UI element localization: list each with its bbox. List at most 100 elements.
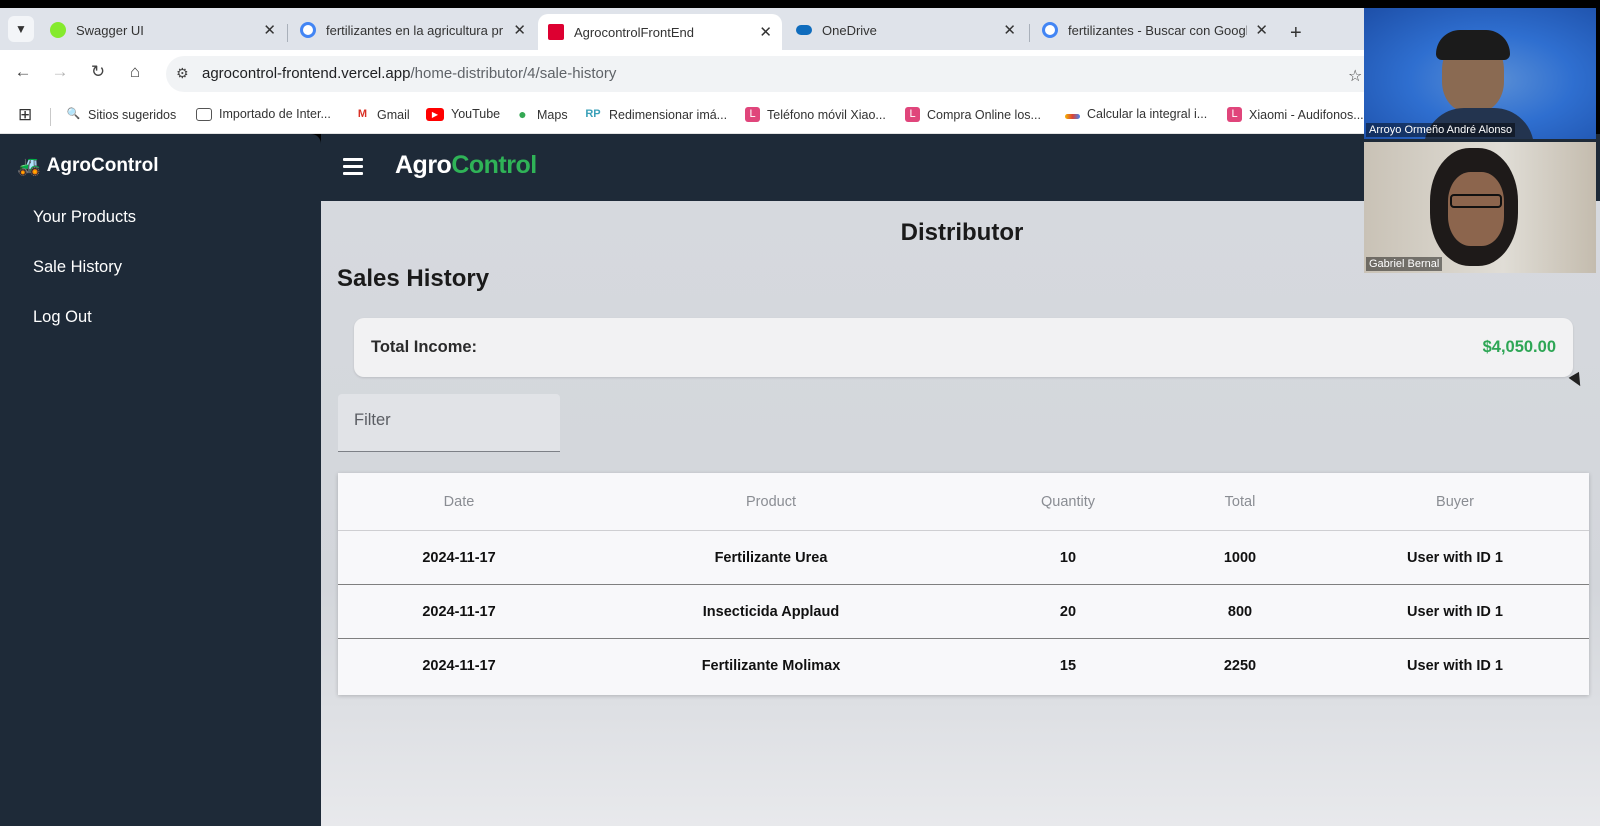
- cell-quantity: 15: [1059, 658, 1077, 674]
- participant-name: Gabriel Bernal: [1366, 257, 1443, 271]
- column-header-product[interactable]: Product: [621, 494, 921, 510]
- bookmark-sitios[interactable]: 🔍 Sitios sugeridos: [66, 107, 177, 122]
- app-header: AgroControl: [321, 134, 1364, 201]
- cell-date: 2024-11-17: [422, 550, 496, 566]
- sidebar-brand[interactable]: 🚜 AgroControl: [17, 154, 159, 178]
- gmail-icon: M: [357, 108, 368, 120]
- cell-quantity: 20: [1059, 604, 1077, 620]
- forward-arrow-icon[interactable]: →: [48, 62, 72, 82]
- video-tile-participant-1[interactable]: Arroyo Ormeño André Alonso: [1364, 8, 1596, 139]
- column-header-date[interactable]: Date: [359, 494, 559, 510]
- new-tab-icon[interactable]: +: [1290, 22, 1302, 45]
- cell-date: 2024-11-17: [422, 658, 496, 674]
- shop-icon: L: [905, 107, 920, 122]
- total-income-value: $4,050.00: [1482, 338, 1556, 356]
- shop-icon: L: [1227, 107, 1242, 122]
- tab-onedrive[interactable]: OneDrive ✕: [786, 14, 1026, 46]
- app-title-part1: Agro: [395, 151, 452, 179]
- bookmark-label: Maps: [537, 107, 568, 122]
- table-row[interactable]: 2024-11-17 Fertilizante Urea 10 1000 Use…: [338, 531, 1589, 585]
- url-host: agrocontrol-frontend.vercel.app: [202, 65, 411, 82]
- table-header-row: Date Product Quantity Total Buyer: [338, 473, 1589, 531]
- bookmark-importado[interactable]: Importado de Inter...: [196, 107, 331, 121]
- tab-divider: [287, 24, 288, 42]
- bookmarks-divider: [50, 108, 51, 126]
- tab-title: OneDrive: [822, 22, 877, 38]
- tab-title: fertilizantes en la agricultura pr: [326, 22, 504, 38]
- bookmark-xiaomi-phone[interactable]: L Teléfono móvil Xiao...: [745, 107, 886, 122]
- back-arrow-icon[interactable]: ←: [11, 62, 35, 82]
- column-header-quantity[interactable]: Quantity: [968, 494, 1168, 510]
- participant-name: Arroyo Ormeño André Alonso: [1366, 123, 1516, 137]
- bookmark-label: Calcular la integral i...: [1087, 107, 1208, 121]
- bookmark-audifonos[interactable]: L Xiaomi - Audifonos...: [1227, 107, 1364, 122]
- close-tab-icon[interactable]: ✕: [263, 21, 276, 39]
- filter-input[interactable]: [354, 411, 544, 430]
- tab-fertilizantes[interactable]: fertilizantes en la agricultura pr ✕: [290, 14, 536, 46]
- participant-hair: [1436, 30, 1510, 60]
- app-title: AgroControl: [395, 151, 537, 180]
- cell-quantity: 10: [1059, 550, 1077, 566]
- sidebar-item-log-out[interactable]: Log Out: [33, 308, 92, 327]
- bookmark-label: YouTube: [451, 107, 501, 121]
- apps-grid-icon[interactable]: ⊞: [18, 105, 32, 125]
- video-tile-participant-2[interactable]: Gabriel Bernal: [1364, 142, 1596, 273]
- sidebar-brand-label: AgroControl: [46, 155, 159, 176]
- cell-product: Fertilizante Urea: [714, 550, 828, 566]
- tab-swagger[interactable]: Swagger UI ✕: [40, 14, 286, 46]
- bookmark-compra-online[interactable]: L Compra Online los...: [905, 107, 1041, 122]
- cell-buyer: User with ID 1: [1407, 604, 1503, 620]
- search-icon: 🔍: [66, 108, 81, 120]
- sidebar-item-your-products[interactable]: Your Products: [33, 208, 136, 227]
- home-icon[interactable]: ⌂: [123, 62, 147, 82]
- tractor-icon: 🚜: [17, 156, 41, 177]
- menu-icon[interactable]: [343, 158, 363, 175]
- site-settings-icon[interactable]: ⚙: [176, 65, 189, 82]
- table-row[interactable]: 2024-11-17 Insecticida Applaud 20 800 Us…: [338, 585, 1589, 639]
- bookmark-gmail[interactable]: M Gmail: [355, 107, 410, 122]
- angular-icon: [548, 24, 564, 40]
- rp-icon: RP: [585, 108, 601, 120]
- cell-total: 800: [1227, 604, 1253, 620]
- tab-agrocontrol[interactable]: AgrocontrolFrontEnd ✕: [538, 14, 782, 50]
- reload-icon[interactable]: ↻: [86, 62, 110, 82]
- sidebar-item-sale-history[interactable]: Sale History: [33, 258, 122, 277]
- bookmark-youtube[interactable]: ▶ YouTube: [426, 107, 500, 121]
- participant-face: [1448, 172, 1504, 246]
- close-tab-icon[interactable]: ✕: [1255, 21, 1268, 39]
- bookmark-star-icon[interactable]: ☆: [1348, 66, 1362, 86]
- url-field[interactable]: ⚙ agrocontrol-frontend.vercel.app/home-d…: [166, 56, 1364, 92]
- bookmark-integral[interactable]: Calcular la integral i...: [1065, 107, 1207, 121]
- table-row[interactable]: 2024-11-17 Fertilizante Molimax 15 2250 …: [338, 639, 1589, 693]
- google-icon: [300, 22, 316, 38]
- bookmark-redimensionar[interactable]: RP Redimensionar imá...: [584, 107, 727, 122]
- google-icon: [1042, 22, 1058, 38]
- total-income-card: Total Income: $4,050.00: [354, 318, 1573, 377]
- maps-icon: ●: [518, 106, 527, 122]
- close-tab-icon[interactable]: ✕: [1003, 21, 1016, 39]
- cell-total: 2250: [1223, 658, 1257, 674]
- column-header-total[interactable]: Total: [1160, 494, 1320, 510]
- close-tab-icon[interactable]: ✕: [513, 21, 526, 39]
- sales-table: Date Product Quantity Total Buyer 2024-1…: [338, 473, 1589, 695]
- swagger-icon: [50, 22, 66, 38]
- bookmark-label: Teléfono móvil Xiao...: [767, 107, 886, 122]
- tab-title: fertilizantes - Buscar con Googl: [1068, 22, 1248, 38]
- main-content: Distributor Sales History Total Income: …: [321, 201, 1600, 826]
- close-tab-icon[interactable]: ✕: [759, 23, 772, 41]
- app-title-part2: Control: [451, 151, 537, 179]
- tab-divider: [1029, 24, 1030, 42]
- tab-search-chevron-icon[interactable]: ▼: [8, 16, 34, 42]
- url-path: /home-distributor/4/sale-history: [410, 65, 617, 82]
- cell-product: Insecticida Applaud: [702, 604, 840, 620]
- filter-field[interactable]: [338, 394, 560, 452]
- tab-google-search[interactable]: fertilizantes - Buscar con Googl ✕: [1032, 14, 1278, 46]
- cell-buyer: User with ID 1: [1407, 658, 1503, 674]
- bookmark-label: Xiaomi - Audifonos...: [1249, 107, 1364, 122]
- total-income-label: Total Income:: [371, 338, 478, 356]
- url-text[interactable]: agrocontrol-frontend.vercel.app/home-dis…: [202, 65, 616, 82]
- bookmark-maps[interactable]: ● Maps: [515, 106, 568, 122]
- tab-title: Swagger UI: [76, 22, 144, 38]
- tab-title: AgrocontrolFrontEnd: [574, 24, 694, 40]
- column-header-buyer[interactable]: Buyer: [1345, 494, 1565, 510]
